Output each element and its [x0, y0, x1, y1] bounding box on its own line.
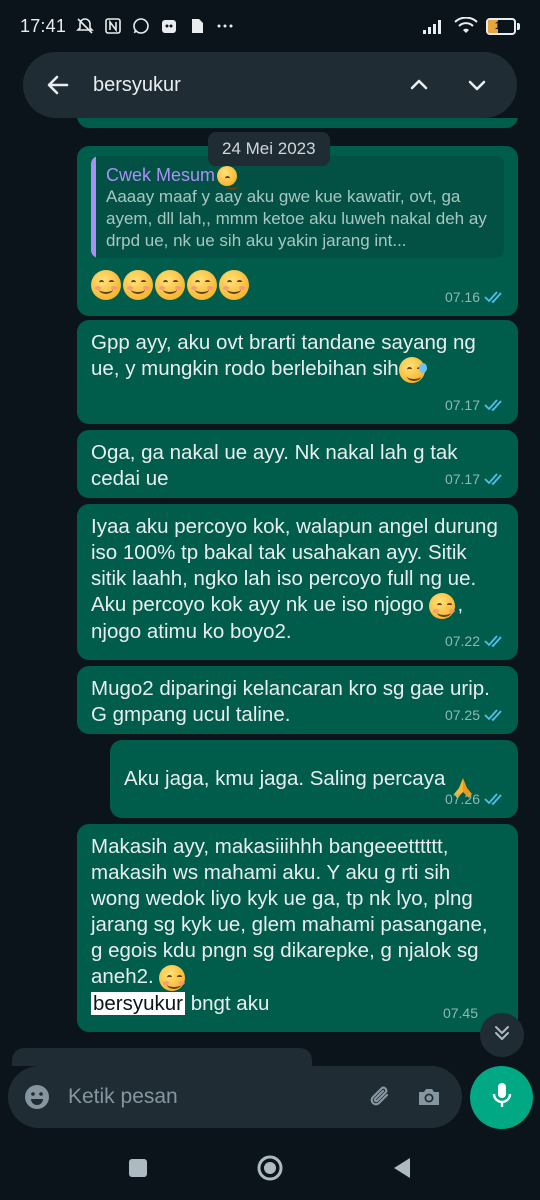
microphone-icon — [489, 1080, 515, 1115]
smiling-face-icon — [187, 270, 217, 301]
camera-icon[interactable] — [412, 1080, 446, 1114]
double-check-icon — [484, 472, 506, 486]
smiling-face-icon — [219, 270, 249, 301]
message-text: Oga, ga nakal ue ayy. Nk nakal lah g tak… — [91, 441, 458, 490]
message-text: Gpp ayy, aku ovt brarti tandane sayang n… — [91, 330, 504, 383]
wifi-icon — [454, 17, 478, 35]
message-input-bar — [8, 1066, 462, 1128]
signal-icon — [422, 17, 446, 35]
message-meta: 07.25 — [445, 702, 506, 728]
message-input[interactable] — [68, 1085, 350, 1109]
search-bar: bersyukur — [23, 52, 517, 118]
file-icon — [188, 17, 206, 35]
search-highlight: bersyukur — [91, 991, 186, 1015]
message-bubble-partial[interactable] — [12, 1048, 312, 1066]
clock: 17:41 — [20, 15, 67, 36]
emoji-icon — [217, 166, 240, 191]
message-meta: 07.16 — [445, 284, 506, 310]
date-chip: 24 Mei 2023 — [208, 132, 330, 166]
message-meta: 07.17 — [445, 466, 506, 492]
battery-indicator: 14 — [486, 17, 520, 35]
message-text: Mugo2 diparingi kelancaran kro sg gae ur… — [91, 677, 490, 726]
message-meta: 07.22 — [445, 628, 506, 654]
app-notification-icon — [160, 17, 178, 35]
back-icon[interactable] — [382, 1148, 422, 1188]
emoji-row — [91, 270, 504, 301]
message-bubble[interactable]: Iyaa aku percoyo kok, walapun angel duru… — [77, 504, 518, 660]
message-meta: 07.17 — [445, 392, 506, 418]
relieved-face-icon — [159, 964, 186, 991]
message-text: Makasih ayy, makasiiihhh bangeeetttttt, … — [91, 835, 488, 1015]
message-bubble[interactable]: Cwek Mesum Aaaay maaf y aay aku gwe kue … — [77, 146, 518, 316]
double-check-icon — [484, 634, 506, 648]
quoted-text: Aaaay maaf y aay aku gwe kue kawatir, ov… — [106, 187, 487, 251]
message-bubble[interactable]: Gpp ayy, aku ovt brarti tandane sayang n… — [77, 320, 518, 424]
chevron-up-icon[interactable] — [399, 65, 439, 105]
double-check-icon — [484, 708, 506, 722]
arrow-left-icon[interactable] — [43, 70, 73, 100]
chat-area: Cwek Mesum Aaaay maaf y aay aku gwe kue … — [0, 118, 540, 1063]
more-dots-icon — [216, 17, 234, 35]
attachment-icon[interactable] — [364, 1080, 398, 1114]
recents-icon[interactable] — [118, 1148, 158, 1188]
double-check-icon — [484, 398, 506, 412]
message-meta: 07.26 — [445, 786, 506, 812]
smiling-face-icon — [91, 270, 121, 301]
double-check-icon — [484, 792, 506, 806]
search-query[interactable]: bersyukur — [93, 74, 381, 97]
laughing-face-icon — [398, 356, 427, 383]
nfc-icon — [104, 17, 122, 35]
scroll-down-button[interactable] — [480, 1013, 524, 1057]
smiling-face-icon — [155, 270, 185, 301]
chevron-down-icon[interactable] — [457, 65, 497, 105]
smiling-face-icon — [123, 270, 153, 301]
quoted-message[interactable]: Cwek Mesum Aaaay maaf y aay aku gwe kue … — [91, 156, 504, 259]
whatsapp-icon — [132, 17, 150, 35]
voice-record-button[interactable] — [470, 1066, 533, 1129]
smiling-face-icon — [429, 592, 456, 619]
message-bubble[interactable]: Mugo2 diparingi kelancaran kro sg gae ur… — [77, 666, 518, 734]
message-meta: 07.45 — [442, 1005, 478, 1021]
double-check-icon — [484, 290, 506, 304]
status-bar: 17:41 14 — [0, 0, 540, 52]
message-bubble-partial[interactable] — [77, 118, 518, 128]
quoted-sender: Cwek Mesum — [106, 164, 494, 191]
message-bubble[interactable]: Makasih ayy, makasiiihhh bangeeetttttt, … — [77, 824, 518, 1032]
message-bubble[interactable]: Oga, ga nakal ue ayy. Nk nakal lah g tak… — [77, 430, 518, 498]
system-navigation-bar — [0, 1136, 540, 1200]
message-bubble[interactable]: Aku jaga, kmu jaga. Saling percaya 07.26 — [110, 740, 518, 818]
emoji-picker-icon[interactable] — [22, 1082, 52, 1112]
home-icon[interactable] — [250, 1148, 290, 1188]
double-chevron-down-icon — [491, 1022, 513, 1049]
message-text: Iyaa aku percoyo kok, walapun angel duru… — [91, 515, 498, 643]
mute-bell-icon — [76, 17, 94, 35]
